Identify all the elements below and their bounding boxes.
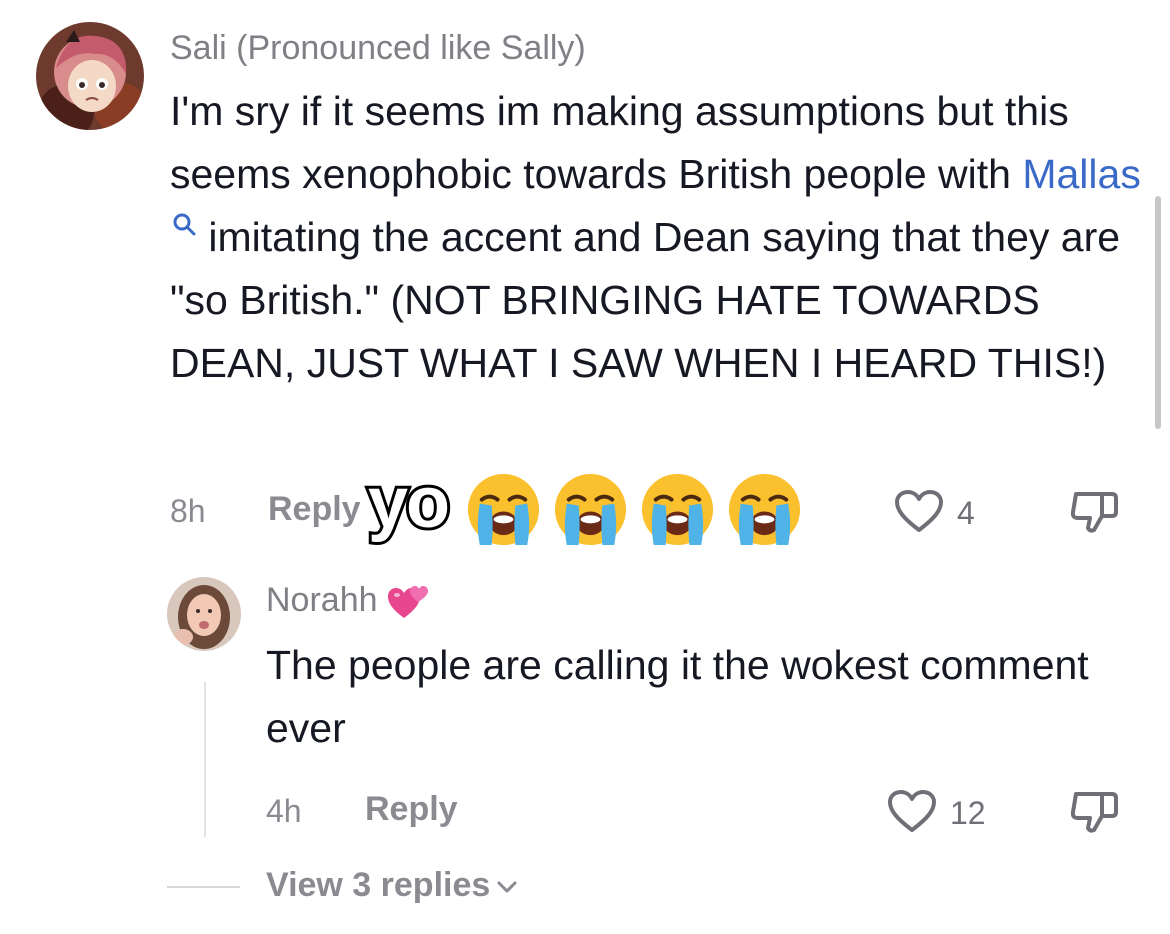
comment-text-part2: imitating the accent and Dean saying tha…	[170, 214, 1121, 386]
reply-timestamp: 4h	[266, 793, 302, 829]
loudly-crying-face-icon	[641, 473, 714, 546]
heart-like-icon[interactable]	[893, 488, 945, 534]
comment-text: I'm sry if it seems im making assumption…	[170, 80, 1145, 395]
reply-username[interactable]: Norahh	[266, 580, 430, 622]
loudly-crying-face-icon	[554, 473, 627, 546]
view-replies-divider	[167, 886, 240, 888]
reply-avatar[interactable]	[167, 577, 241, 651]
thumbs-down-icon[interactable]	[1068, 788, 1122, 836]
reply-button[interactable]: Reply	[268, 490, 361, 529]
chevron-down-icon	[497, 881, 517, 893]
loudly-crying-face-icon	[728, 473, 801, 546]
cartoon-avatar-image	[36, 22, 144, 130]
loudly-crying-face-icon	[467, 473, 540, 546]
reply-username-label: Norahh	[266, 581, 378, 619]
two-hearts-emoji-icon	[387, 586, 428, 619]
commenter-avatar[interactable]	[36, 22, 144, 130]
comment-text-part1: I'm sry if it seems im making assumption…	[170, 88, 1069, 197]
crying-emoji-row	[464, 470, 804, 549]
commenter-username[interactable]: Sali (Pronounced like Sally)	[170, 28, 586, 68]
yo-sticker-text: yo	[365, 460, 453, 546]
view-replies-button[interactable]: View 3 replies	[266, 866, 518, 905]
thread-connector-line	[204, 682, 206, 837]
heart-like-icon[interactable]	[886, 788, 938, 834]
view-replies-label: View 3 replies	[266, 866, 491, 904]
search-icon	[173, 213, 196, 236]
mention-label: Mallas	[1022, 151, 1141, 197]
comment-timestamp: 8h	[170, 493, 206, 529]
thumbs-down-icon[interactable]	[1068, 488, 1122, 536]
like-count: 4	[957, 495, 975, 531]
profile-photo-image	[167, 577, 241, 651]
scrollbar[interactable]	[1155, 196, 1161, 429]
reply-to-reply-button[interactable]: Reply	[365, 790, 458, 829]
reply-like-count: 12	[950, 795, 986, 831]
reply-text: The people are calling it the wokest com…	[266, 642, 1089, 751]
